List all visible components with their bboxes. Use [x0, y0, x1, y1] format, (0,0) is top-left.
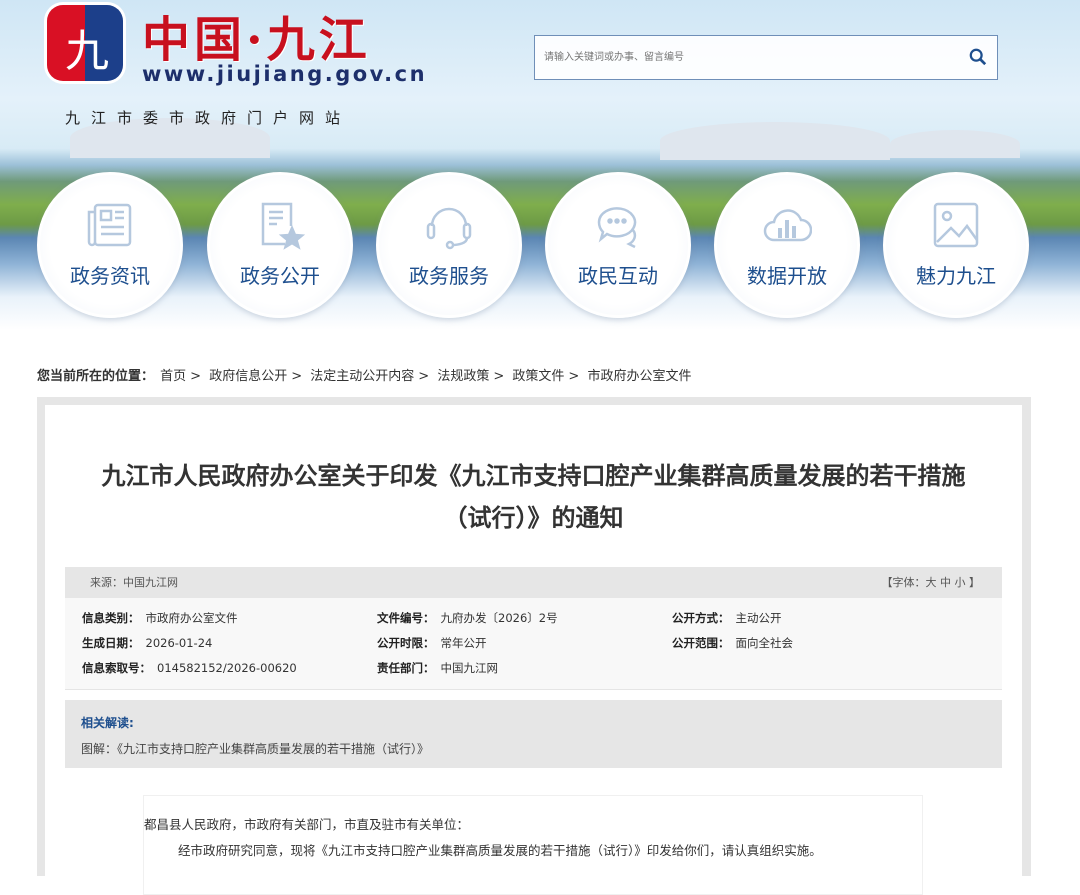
breadcrumb-sep: >: [568, 369, 580, 384]
info-label: 文件编号：: [377, 611, 435, 625]
breadcrumb-link[interactable]: 法规政策: [437, 369, 489, 384]
info-value: 014582152/2026-00620: [157, 661, 297, 675]
nav-label: 政务资讯: [70, 264, 150, 288]
breadcrumb-link[interactable]: 首页: [160, 369, 186, 384]
title-line: （试行）》的通知: [443, 504, 624, 532]
source-bar: 来源：中国九江网 【字体：大 中 小 】: [65, 567, 1002, 598]
info-value: 主动公开: [735, 611, 782, 625]
salutation: 都昌县人民政府，市政府有关部门，市直及驻市有关单位：: [144, 817, 470, 832]
stadium-graphic: [660, 122, 890, 160]
search-icon[interactable]: [969, 48, 987, 66]
info-value: 中国九江网: [440, 661, 499, 675]
article-panel: 九江市人民政府办公室关于印发《九江市支持口腔产业集群高质量发展的若干措施 （试行…: [37, 397, 1031, 895]
document-star-icon: [261, 202, 306, 250]
nav-label: 政民互动: [578, 264, 658, 288]
related-reading: 相关解读: 图解：《九江市支持口腔产业集群高质量发展的若干措施（试行）》: [65, 700, 1002, 768]
breadcrumb-sep: >: [418, 369, 430, 384]
info-label: 公开方式：: [672, 611, 730, 625]
search-input[interactable]: [535, 36, 935, 79]
breadcrumb-sep: >: [291, 369, 303, 384]
site-subtitle: 九江市委市政府门户网站: [65, 109, 352, 127]
paragraph: 经市政府研究同意，现将《九江市支持口腔产业集群高质量发展的若干措施（试行）》印发…: [178, 843, 822, 858]
nav-item-charm[interactable]: 魅力九江: [883, 172, 1029, 318]
font-size-control: 【字体：大 中 小 】: [882, 567, 981, 598]
breadcrumb-link[interactable]: 政府信息公开: [209, 369, 287, 384]
info-table: 信息类别： 市政府办公室文件 文件编号： 九府办发〔2026〕2号 公开方式： 主动公…: [65, 598, 1002, 690]
site-title: 中国·九江: [142, 12, 371, 68]
info-value: 常年公开: [440, 636, 487, 650]
info-limit: 公开时限： 常年公开: [377, 635, 487, 651]
info-label: 公开范围：: [672, 636, 730, 650]
cloud-chart-icon: [763, 209, 813, 242]
font-large-button[interactable]: 大: [926, 576, 937, 589]
info-value: 九府办发〔2026〕2号: [440, 611, 558, 625]
info-doc-no: 文件编号： 九府办发〔2026〕2号: [377, 610, 558, 626]
related-heading: 相关解读:: [81, 716, 134, 730]
article-content: 九江市人民政府办公室关于印发《九江市支持口腔产业集群高质量发展的若干措施 （试行…: [45, 405, 1022, 895]
title-line: 九江市人民政府办公室关于印发《九江市支持口腔产业集群高质量发展的若干措施: [101, 462, 966, 490]
info-label: 公开时限：: [377, 636, 435, 650]
logo-glyph: 九: [65, 26, 109, 77]
info-category: 信息类别： 市政府办公室文件: [82, 610, 238, 626]
related-link[interactable]: 图解：《九江市支持口腔产业集群高质量发展的若干措施（试行）》: [81, 740, 429, 757]
breadcrumb-sep: >: [493, 369, 505, 384]
article-source: 来源：中国九江网: [90, 576, 178, 589]
newspaper-icon: [87, 203, 132, 247]
breadcrumb-link[interactable]: 市政府办公室文件: [587, 369, 691, 384]
headset-icon: [426, 207, 472, 250]
font-small-button[interactable]: 小: [955, 576, 966, 589]
info-index: 信息索取号： 014582152/2026-00620: [82, 660, 297, 676]
chat-icon: [597, 207, 637, 249]
info-method: 公开方式： 主动公开: [672, 610, 782, 626]
breadcrumb-label: 您当前所在的位置：: [37, 369, 155, 384]
nav-item-disclosure[interactable]: 政务公开: [207, 172, 353, 318]
breadcrumb-link[interactable]: 政策文件: [512, 369, 564, 384]
info-label: 信息索取号：: [82, 661, 151, 675]
nav-item-services[interactable]: 政务服务: [376, 172, 522, 318]
info-label: 信息类别：: [82, 611, 140, 625]
font-end: 】: [969, 576, 980, 589]
info-dept: 责任部门： 中国九江网: [377, 660, 498, 676]
nav-item-open-data[interactable]: 数据开放: [714, 172, 860, 318]
nav-item-news[interactable]: 政务资讯: [37, 172, 183, 318]
info-scope: 公开范围： 面向全社会: [672, 635, 793, 651]
nav-label: 数据开放: [747, 264, 827, 288]
nav-label: 魅力九江: [916, 264, 996, 288]
info-label: 生成日期：: [82, 636, 140, 650]
article-body: 都昌县人民政府，市政府有关部门，市直及驻市有关单位： 经市政府研究同意，现将《九…: [143, 795, 923, 895]
nav-label: 政务公开: [240, 264, 320, 288]
image-icon: [933, 202, 979, 248]
site-logo[interactable]: 九: [47, 5, 123, 81]
nav-item-interaction[interactable]: 政民互动: [545, 172, 691, 318]
site-url: www.jiujiang.gov.cn: [142, 62, 428, 86]
info-date: 生成日期： 2026-01-24: [82, 635, 212, 651]
font-label: 【字体：: [881, 576, 926, 589]
stadium-graphic: [890, 130, 1020, 158]
nav-label: 政务服务: [409, 264, 489, 288]
search-box: [534, 35, 998, 80]
breadcrumb: 您当前所在的位置： 首页 > 政府信息公开 > 法定主动公开内容 > 法规政策 > 政策…: [37, 365, 693, 384]
info-value: 面向全社会: [735, 636, 794, 650]
breadcrumb-link[interactable]: 法定主动公开内容: [310, 369, 414, 384]
article-title: 九江市人民政府办公室关于印发《九江市支持口腔产业集群高质量发展的若干措施 （试行…: [65, 455, 1002, 539]
font-medium-button[interactable]: 中: [940, 576, 951, 589]
breadcrumb-sep: >: [190, 369, 202, 384]
info-value: 市政府办公室文件: [145, 611, 238, 625]
info-value: 2026-01-24: [145, 636, 213, 650]
info-label: 责任部门：: [377, 661, 435, 675]
